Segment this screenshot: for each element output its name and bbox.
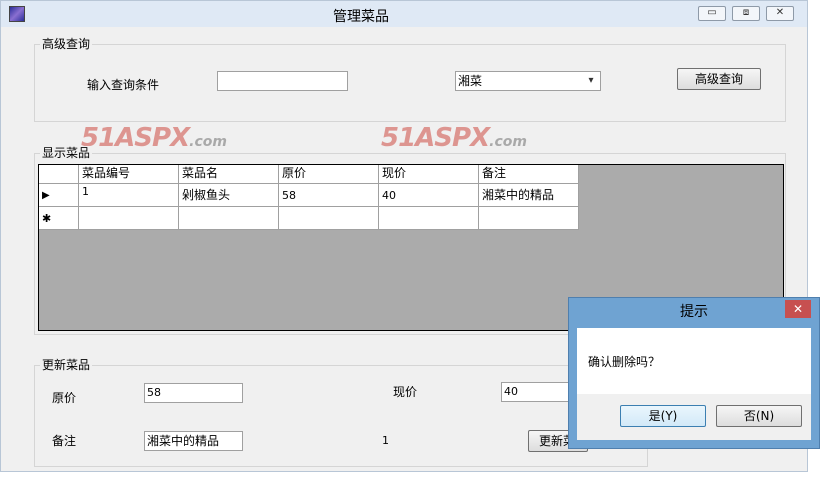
close-button[interactable]: ✕ [766, 6, 794, 21]
remark-input[interactable]: 湘菜中的精品 [144, 431, 243, 451]
table-cell[interactable]: 剁椒鱼头 [179, 184, 279, 207]
chevron-down-icon: ▾ [588, 75, 594, 86]
dialog-yes-button[interactable]: 是(Y) [620, 405, 706, 427]
query-condition-input[interactable] [217, 71, 348, 91]
watermark-logo-left: 51ASPX.com [81, 123, 227, 153]
dialog-footer: 是(Y) 否(N) [577, 394, 811, 440]
remark-label: 备注 [52, 434, 77, 448]
window-title: 管理菜品 [333, 9, 389, 25]
title-bar[interactable]: 管理菜品 ▭ ⧈ ✕ [1, 1, 807, 27]
maximize-button[interactable]: ⧈ [732, 6, 760, 21]
minimize-button[interactable]: ▭ [698, 6, 726, 21]
column-header-original-price[interactable]: 原价 [279, 165, 379, 184]
row-selector-new[interactable]: ✱ [39, 207, 79, 230]
table-cell[interactable] [79, 207, 179, 230]
dialog-message: 确认删除吗？ [588, 355, 661, 369]
display-group-label: 显示菜品 [40, 146, 93, 160]
table-cell[interactable] [179, 207, 279, 230]
table-cell[interactable]: 58 [279, 184, 379, 207]
dialog-title[interactable]: 提示 [569, 298, 819, 326]
table-cell[interactable]: 1 [79, 184, 179, 207]
column-header-id[interactable]: 菜品编号 [79, 165, 179, 184]
column-header-name[interactable]: 菜品名 [179, 165, 279, 184]
watermark-logo-right: 51ASPX.com [381, 123, 527, 153]
current-price-label: 现价 [393, 385, 418, 399]
table-cell[interactable] [379, 207, 479, 230]
table-cell[interactable]: 40 [379, 184, 479, 207]
advanced-query-group-label: 高级查询 [40, 37, 93, 51]
query-condition-label: 输入查询条件 [87, 78, 160, 92]
grid-corner-cell [39, 165, 79, 184]
current-price-input[interactable]: 40 [501, 382, 571, 402]
dialog-close-button[interactable]: ✕ [785, 300, 811, 318]
table-cell[interactable] [279, 207, 379, 230]
row-selector-current[interactable]: ▶ [39, 184, 79, 207]
dialog-body: 确认删除吗？ [577, 328, 811, 394]
dish-id-value: 1 [382, 434, 389, 447]
update-group-label: 更新菜品 [40, 358, 93, 372]
confirm-dialog: 提示 ✕ 确认删除吗？ 是(Y) 否(N) [568, 297, 820, 449]
table-cell[interactable]: 湘菜中的精品 [479, 184, 579, 207]
column-header-current-price[interactable]: 现价 [379, 165, 479, 184]
original-price-label: 原价 [52, 391, 77, 405]
category-select-value: 湘菜 [458, 74, 483, 88]
original-price-input[interactable]: 58 [144, 383, 243, 403]
advanced-query-button[interactable]: 高级查询 [677, 68, 761, 90]
table-cell[interactable] [479, 207, 579, 230]
column-header-remark[interactable]: 备注 [479, 165, 579, 184]
category-select[interactable]: 湘菜 ▾ [455, 71, 601, 91]
dialog-no-button[interactable]: 否(N) [716, 405, 802, 427]
